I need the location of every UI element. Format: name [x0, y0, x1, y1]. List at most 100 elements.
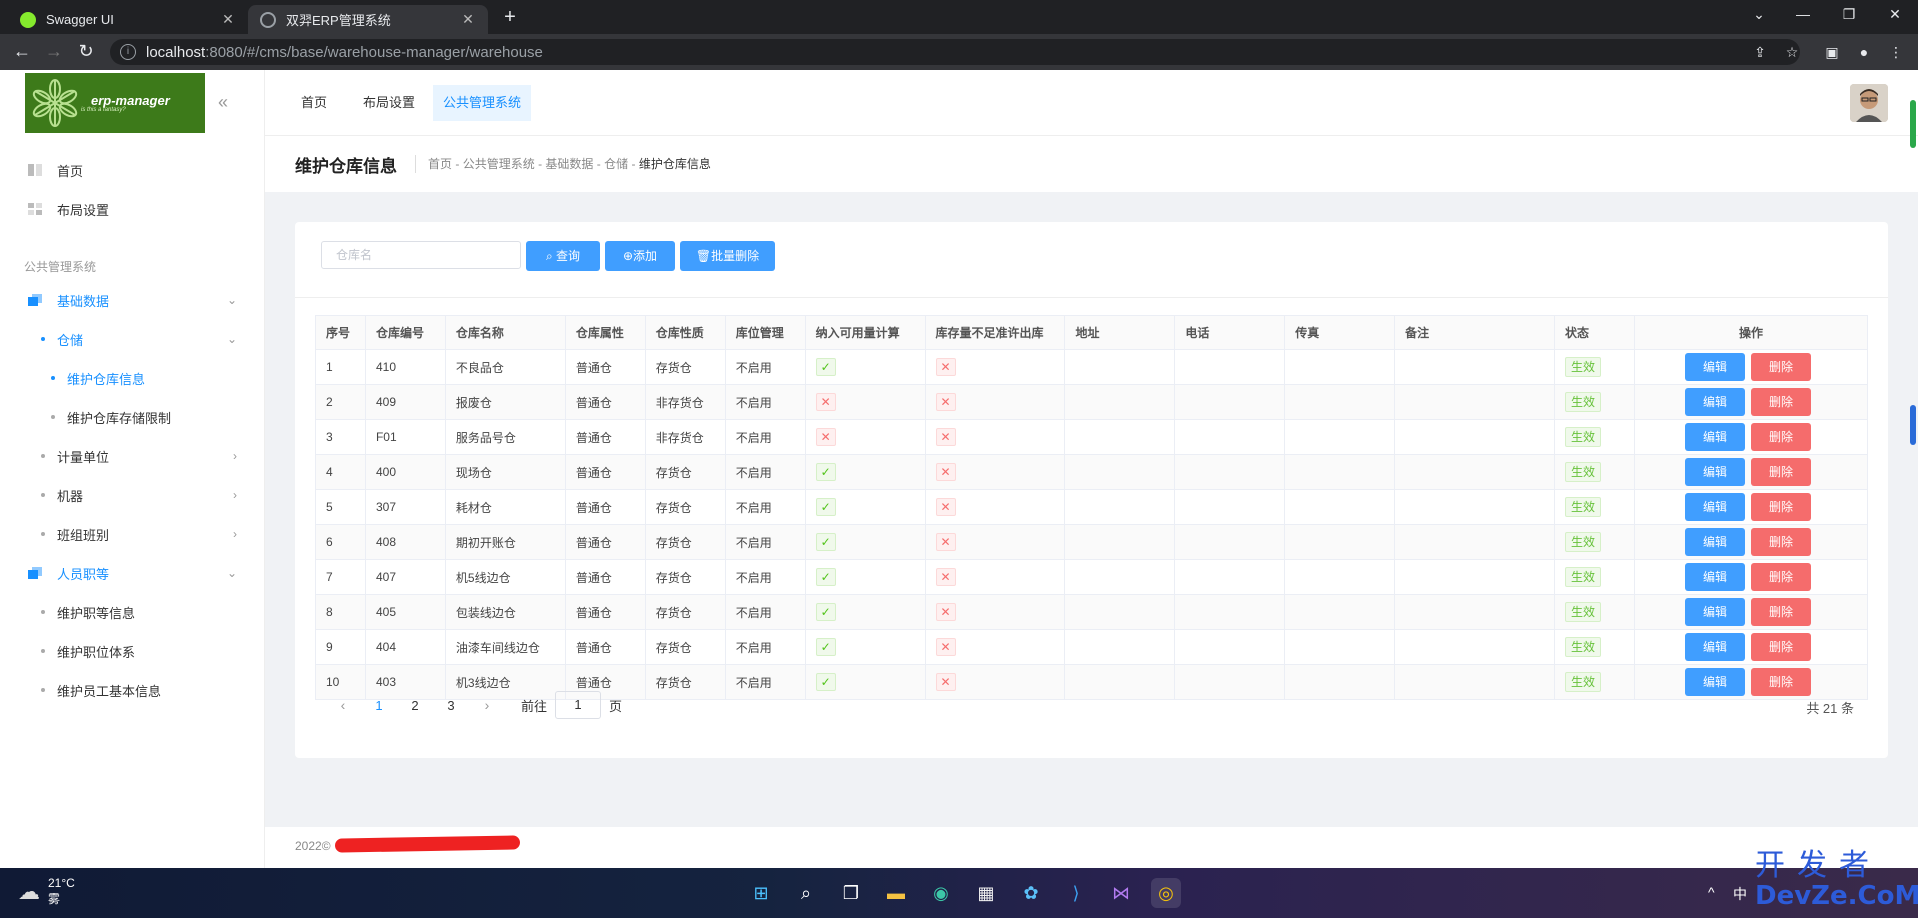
table-cell: 编辑 删除	[1633, 629, 1869, 665]
weather-widget[interactable]: ☁ 21°C 雾	[18, 876, 75, 907]
edit-button[interactable]: 编辑	[1684, 458, 1745, 486]
minimize-icon[interactable]: —	[1780, 0, 1826, 30]
breadcrumb-current: 维护仓库信息	[638, 157, 711, 171]
edit-button[interactable]: 编辑	[1684, 493, 1745, 521]
task-view-icon[interactable]: ❐	[836, 878, 866, 908]
edit-button[interactable]: 编辑	[1684, 528, 1745, 556]
profile-icon[interactable]: ●	[1854, 42, 1874, 62]
delete-button[interactable]: 删除	[1750, 598, 1811, 626]
goto-page-input[interactable]: 1	[555, 691, 602, 719]
sidebar-item-warehouse-info[interactable]: 维护仓库信息	[0, 359, 265, 397]
warehouse-nature: 存货仓	[655, 465, 692, 480]
browser-tab-swagger[interactable]: Swagger UI ✕	[8, 5, 248, 34]
scrollbar-thumb[interactable]	[1910, 100, 1916, 148]
table-cell: 普通仓	[564, 349, 646, 385]
chrome-icon[interactable]: ◎	[1151, 878, 1181, 908]
new-tab-icon[interactable]: +	[498, 6, 522, 30]
sidebar-item-warehouse[interactable]: 仓储 ⌄	[0, 320, 265, 358]
store-icon[interactable]: ▦	[971, 878, 1001, 908]
sidebar-item-base-data[interactable]: 基础数据 ⌄	[0, 281, 265, 319]
bookmark-star-icon[interactable]: ☆	[1782, 42, 1802, 62]
avatar[interactable]	[1850, 84, 1888, 122]
delete-button[interactable]: 删除	[1750, 353, 1811, 381]
breadcrumb-item[interactable]: 基础数据	[545, 157, 593, 171]
bullet-icon	[41, 454, 45, 458]
edge-icon[interactable]: ◉	[926, 878, 956, 908]
url-field[interactable]: i localhost :8080/#/cms/base/warehouse-m…	[110, 39, 1800, 65]
table-cell: F01	[364, 419, 446, 455]
close-icon[interactable]: ✕	[220, 11, 236, 28]
delete-button[interactable]: 删除	[1750, 423, 1811, 451]
restore-icon[interactable]: ❐	[1826, 0, 1872, 30]
file-explorer-icon[interactable]: ▬	[881, 878, 911, 908]
start-icon[interactable]: ⊞	[746, 878, 776, 908]
warehouse-code: 409	[375, 395, 396, 409]
sidebar-item-machine[interactable]: 机器 ›	[0, 476, 265, 514]
delete-button[interactable]: 删除	[1750, 563, 1811, 591]
delete-button[interactable]: 删除	[1750, 633, 1811, 661]
location-management: 不启用	[735, 465, 772, 480]
reload-icon[interactable]: ↻	[74, 40, 98, 64]
tab-home[interactable]: 首页	[291, 85, 337, 121]
table-cell: ✕	[924, 664, 1066, 700]
edit-button[interactable]: 编辑	[1684, 423, 1745, 451]
goto-suffix: 页	[609, 698, 623, 714]
share-icon[interactable]: ⇪	[1750, 42, 1770, 62]
edit-button[interactable]: 编辑	[1684, 598, 1745, 626]
collapse-sidebar-icon[interactable]: «	[218, 92, 228, 113]
tab-public-system[interactable]: 公共管理系统	[433, 85, 532, 121]
site-info-icon[interactable]: i	[120, 44, 136, 60]
delete-button[interactable]: 删除	[1750, 528, 1811, 556]
table-cell: 生效	[1554, 489, 1635, 525]
edit-button[interactable]: 编辑	[1684, 668, 1745, 696]
page-number[interactable]: 1	[361, 698, 397, 713]
search-icon[interactable]: ⌕	[791, 878, 821, 908]
breadcrumb-sep: -	[631, 157, 639, 171]
warehouse-name-search-input[interactable]: 仓库名	[321, 241, 521, 269]
tab-search-icon[interactable]: ⌄	[1736, 0, 1782, 30]
next-page-icon[interactable]: ›	[469, 697, 505, 713]
vscode-icon[interactable]: ⟩	[1061, 878, 1091, 908]
sidebar-item-employee[interactable]: 维护员工基本信息	[0, 671, 265, 709]
delete-button[interactable]: 删除	[1750, 493, 1811, 521]
close-icon[interactable]: ✕	[460, 11, 476, 28]
edit-button[interactable]: 编辑	[1684, 388, 1745, 416]
page-number[interactable]: 2	[397, 698, 433, 713]
table-cell: ✕	[924, 524, 1066, 560]
close-window-icon[interactable]: ✕	[1872, 0, 1918, 30]
back-icon[interactable]: ←	[10, 40, 34, 64]
delete-button[interactable]: 删除	[1750, 458, 1811, 486]
sidebar-item-home[interactable]: 首页	[0, 151, 265, 189]
sidebar-item-grade[interactable]: 维护职等信息	[0, 593, 265, 631]
sidebar-item-layout[interactable]: 布局设置	[0, 190, 265, 228]
batch-delete-button[interactable]: 🗑批量删除	[680, 241, 775, 271]
browser-tab-erp[interactable]: 双羿ERP管理系统 ✕	[248, 5, 488, 34]
edit-button[interactable]: 编辑	[1684, 633, 1745, 661]
tray-overflow-icon[interactable]: ^	[1708, 884, 1715, 900]
delete-button[interactable]: 删除	[1750, 668, 1811, 696]
tab-layout[interactable]: 布局设置	[353, 85, 425, 121]
prev-page-icon[interactable]: ‹	[325, 697, 361, 713]
sidebar-item-shift[interactable]: 班组班别 ›	[0, 515, 265, 553]
app-icon[interactable]: ✿	[1016, 878, 1046, 908]
forward-icon[interactable]: →	[42, 40, 66, 64]
side-panel-icon[interactable]: ▣	[1822, 42, 1842, 62]
logo[interactable]: erp-manager is this a fantasy?	[25, 73, 205, 133]
breadcrumb-item[interactable]: 仓储	[604, 157, 628, 171]
sidebar-item-position[interactable]: 维护职位体系	[0, 632, 265, 670]
scrollbar-thumb[interactable]	[1910, 405, 1916, 445]
ime-indicator[interactable]: 中	[1733, 884, 1747, 904]
breadcrumb-item[interactable]: 首页	[428, 157, 452, 171]
edit-button[interactable]: 编辑	[1684, 353, 1745, 381]
sidebar-item-warehouse-limit[interactable]: 维护仓库存储限制	[0, 398, 265, 436]
add-button[interactable]: ⊕添加	[605, 241, 675, 271]
visual-studio-icon[interactable]: ⋈	[1106, 878, 1136, 908]
breadcrumb-item[interactable]: 公共管理系统	[463, 157, 535, 171]
sidebar-item-unit[interactable]: 计量单位 ›	[0, 437, 265, 475]
menu-kebab-icon[interactable]: ⋮	[1886, 42, 1906, 62]
edit-button[interactable]: 编辑	[1684, 563, 1745, 591]
delete-button[interactable]: 删除	[1750, 388, 1811, 416]
sidebar-item-hr[interactable]: 人员职等 ⌄	[0, 554, 265, 592]
page-number[interactable]: 3	[433, 698, 469, 713]
query-button[interactable]: ⌕ 查询	[526, 241, 600, 271]
